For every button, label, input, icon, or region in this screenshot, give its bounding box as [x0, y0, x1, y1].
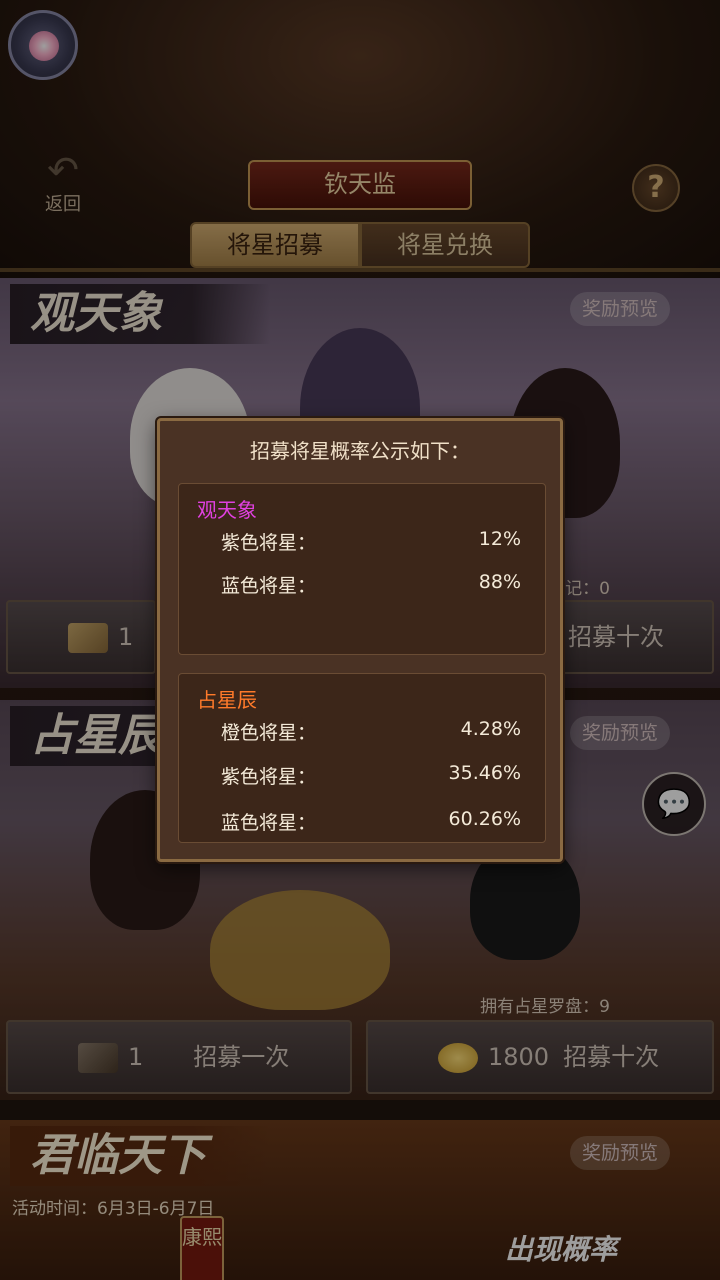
rarity-value: 60.26% [448, 808, 521, 830]
probability-dialog: 招募将星概率公示如下： 观天象 紫色将星： 12% 蓝色将星： 88% 占星辰 … [157, 418, 563, 862]
probability-row: 蓝色将星： 60.26% [221, 808, 521, 838]
group-name: 观天象 [197, 498, 257, 522]
rarity-value: 88% [478, 571, 521, 593]
group-name: 占星辰 [197, 688, 257, 712]
probability-row: 紫色将星： 12% [221, 528, 521, 558]
recruit-screen: ↶ 返回 钦天监 ? 将星招募 将星兑换 观天象 奖励预览 记：0 1 招募十次… [0, 0, 720, 1280]
probability-row: 蓝色将星： 88% [221, 571, 521, 601]
rarity-label: 紫色将星： [221, 766, 317, 788]
dialog-title: 招募将星概率公示如下： [250, 439, 470, 463]
rarity-value: 12% [478, 528, 521, 550]
rarity-value: 4.28% [460, 718, 521, 740]
probability-group: 观天象 紫色将星： 12% 蓝色将星： 88% [178, 483, 546, 655]
rarity-label: 橙色将星： [221, 722, 317, 744]
rarity-label: 紫色将星： [221, 532, 317, 554]
rarity-label: 蓝色将星： [221, 575, 317, 597]
probability-row: 紫色将星： 35.46% [221, 762, 521, 792]
rarity-label: 蓝色将星： [221, 812, 317, 834]
probability-group: 占星辰 橙色将星： 4.28% 紫色将星： 35.46% 蓝色将星： 60.26… [178, 673, 546, 843]
rarity-value: 35.46% [448, 762, 521, 784]
probability-row: 橙色将星： 4.28% [221, 718, 521, 748]
